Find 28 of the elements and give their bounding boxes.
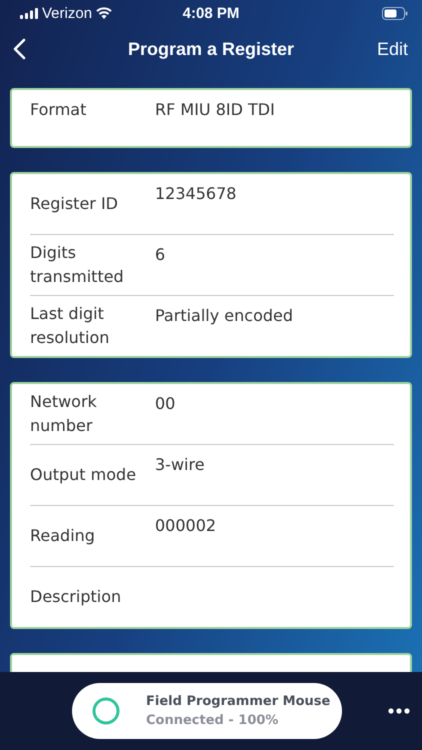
field-label: Last digit resolution — [30, 303, 110, 349]
field-value: Partially encoded — [155, 306, 294, 325]
signal-icon — [20, 8, 38, 18]
field-value: 000002 — [155, 516, 216, 535]
screen-title: Program a Register — [128, 38, 294, 60]
field-value: 3-wire — [155, 455, 205, 474]
device-status: Connected - 100% — [146, 712, 280, 730]
back-icon[interactable] — [12, 38, 26, 60]
wifi-icon — [96, 7, 112, 19]
field-value: RF MIU 8ID TDI — [155, 100, 275, 119]
device-name: Field Programmer Mouse — [146, 693, 330, 711]
field-label: Output mode — [30, 464, 138, 486]
field-label: Reading — [30, 525, 96, 547]
field-value: 12345678 — [155, 184, 236, 203]
connection-ring-icon — [92, 697, 120, 725]
battery-icon — [382, 6, 408, 20]
field-label: Network number — [30, 391, 98, 437]
field-label: Register ID — [30, 193, 119, 215]
status-time: 4:08 PM — [182, 4, 240, 22]
carrier-name: Verizon — [42, 4, 92, 22]
field-label: Description — [30, 586, 122, 608]
field-label: Digits transmitted — [30, 242, 125, 288]
edit-link[interactable]: Edit — [376, 38, 408, 60]
field-value: 6 — [155, 245, 166, 264]
device-status-button[interactable]: Field Programmer Mouse Connected - 100% — [72, 683, 342, 739]
more-icon[interactable] — [388, 708, 410, 714]
field-label: Format — [30, 99, 88, 121]
field-value: 00 — [155, 394, 176, 413]
